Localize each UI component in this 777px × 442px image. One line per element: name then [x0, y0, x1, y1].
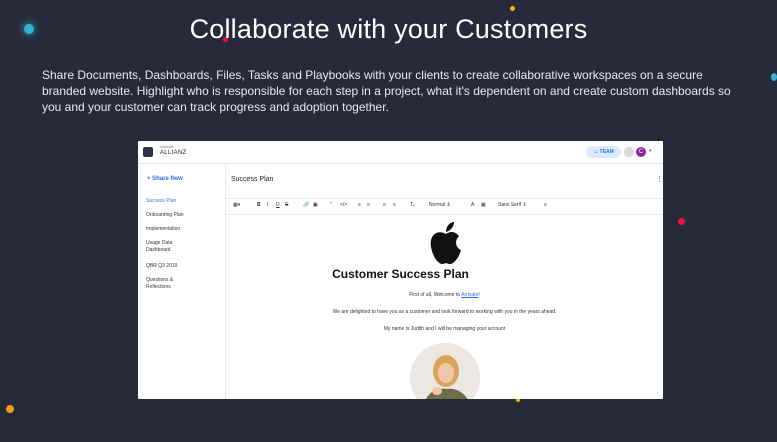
- hero-title: Collaborate with your Customers: [189, 14, 588, 44]
- app-logo-icon: [143, 147, 153, 157]
- format-select-value: Normal: [429, 202, 446, 208]
- welcome-prefix: First of all, Welcome to: [409, 292, 462, 298]
- share-new-button[interactable]: + Share New: [147, 176, 183, 182]
- strike-button[interactable]: S: [285, 202, 288, 208]
- bold-button[interactable]: B: [257, 202, 261, 208]
- intro-line: We are delighted to have you as a custom…: [332, 309, 557, 315]
- share-new-label: Share New: [152, 176, 183, 182]
- avatar[interactable]: C: [636, 147, 646, 157]
- welcome-suffix: !: [478, 292, 480, 298]
- account-manager-photo: [410, 343, 480, 399]
- welcome-line: First of all, Welcome to Arrivate!: [226, 292, 663, 298]
- document-title: Success Plan: [231, 176, 274, 183]
- indent-icon[interactable]: ≡: [393, 202, 396, 208]
- bullet-list-icon[interactable]: ≡: [367, 202, 370, 208]
- image-icon[interactable]: ▣: [313, 202, 318, 208]
- ordered-list-icon[interactable]: ≡: [358, 202, 361, 208]
- format-select[interactable]: Normal ⇕: [429, 202, 451, 208]
- italic-button[interactable]: I: [267, 202, 268, 208]
- team-label: TEAM: [599, 149, 614, 155]
- quote-icon[interactable]: ”: [330, 202, 332, 208]
- settings-icon[interactable]: [624, 147, 634, 157]
- decor-dot-orange: [6, 405, 14, 413]
- chevron-down-icon[interactable]: ▾: [649, 148, 652, 154]
- font-select-value: Sans Serif: [498, 202, 522, 208]
- brand-name: ALLIANZ: [160, 150, 187, 156]
- app-topbar: Arrivate ALLIANZ ☺ TEAM C ▾: [138, 141, 663, 164]
- code-icon[interactable]: </>: [340, 202, 347, 208]
- clear-format-icon[interactable]: Tₓ: [410, 202, 415, 208]
- app-screenshot: Arrivate ALLIANZ ☺ TEAM C ▾ + Share New …: [138, 141, 663, 399]
- welcome-link[interactable]: Arrivate: [461, 292, 478, 298]
- layout-icon[interactable]: ▦▾: [233, 202, 240, 208]
- hero-description: Share Documents, Dashboards, Files, Task…: [42, 68, 731, 114]
- text-color-button[interactable]: A: [471, 202, 474, 208]
- link-icon[interactable]: 🔗: [303, 202, 309, 208]
- brand-small-label: Arrivate: [160, 144, 174, 149]
- plan-title: Customer Success Plan: [332, 267, 469, 281]
- underline-button[interactable]: U: [276, 202, 280, 208]
- decor-dot-orange: [510, 6, 515, 11]
- outdent-icon[interactable]: ≡: [383, 202, 386, 208]
- manager-line: My name is Judith and I will be managing…: [383, 326, 506, 332]
- sidebar-item-usage-data-dashboard[interactable]: Usage Data Dashboard: [146, 240, 184, 254]
- apple-logo-icon: [430, 222, 461, 265]
- highlight-icon[interactable]: ▦: [481, 202, 486, 208]
- font-select[interactable]: Sans Serif ⇕: [498, 202, 527, 208]
- decor-dot-cyan: [771, 73, 777, 81]
- more-options-icon[interactable]: ⋮: [656, 175, 663, 183]
- team-button[interactable]: ☺ TEAM: [586, 146, 621, 158]
- sidebar: + Share New Success Plan Onboarding Plan…: [138, 163, 226, 399]
- editor-toolbar: ▦▾ B I U S 🔗 ▣ ” </> ≡ ≡ ≡ ≡ Tₓ Normal ⇕…: [226, 198, 663, 215]
- sidebar-item-success-plan[interactable]: Success Plan: [146, 198, 218, 205]
- decor-dot-red: [678, 218, 685, 225]
- sidebar-item-onboarding-plan[interactable]: Onboarding Plan: [146, 212, 218, 219]
- align-icon[interactable]: ≡: [544, 202, 547, 208]
- sidebar-item-implementation[interactable]: Implementation: [146, 226, 218, 233]
